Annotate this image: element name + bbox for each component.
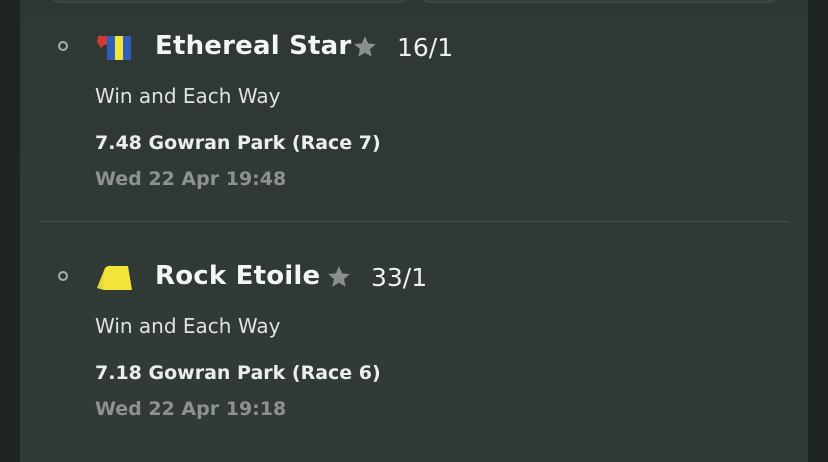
selection-radio[interactable] — [58, 41, 68, 51]
silks-red-blue-yellow-icon — [97, 35, 131, 60]
star-icon[interactable] — [326, 264, 352, 290]
race-datetime: Wed 22 Apr 19:18 — [95, 398, 287, 420]
bet-type-label: Win and Each Way — [95, 84, 281, 108]
odds-value[interactable]: 33/1 — [371, 263, 427, 292]
selection-radio[interactable] — [58, 271, 68, 281]
race-label: 7.18 Gowran Park (Race 6) — [95, 362, 381, 384]
selection-divider — [40, 221, 788, 222]
odds-value[interactable]: 16/1 — [397, 33, 453, 62]
horse-name[interactable]: Ethereal Star — [155, 31, 351, 61]
top-left-button[interactable] — [50, 0, 408, 2]
star-icon[interactable] — [352, 34, 378, 60]
top-right-button[interactable] — [420, 0, 778, 2]
bet-slip-panel — [20, 0, 808, 462]
race-label: 7.48 Gowran Park (Race 7) — [95, 132, 381, 154]
bet-type-label: Win and Each Way — [95, 314, 281, 338]
horse-name[interactable]: Rock Etoile — [155, 261, 320, 291]
bet-slip-screen: Ethereal Star 16/1 Win and Each Way 7.48… — [0, 0, 828, 462]
silks-yellow-icon — [97, 265, 132, 290]
race-datetime: Wed 22 Apr 19:48 — [95, 168, 287, 190]
